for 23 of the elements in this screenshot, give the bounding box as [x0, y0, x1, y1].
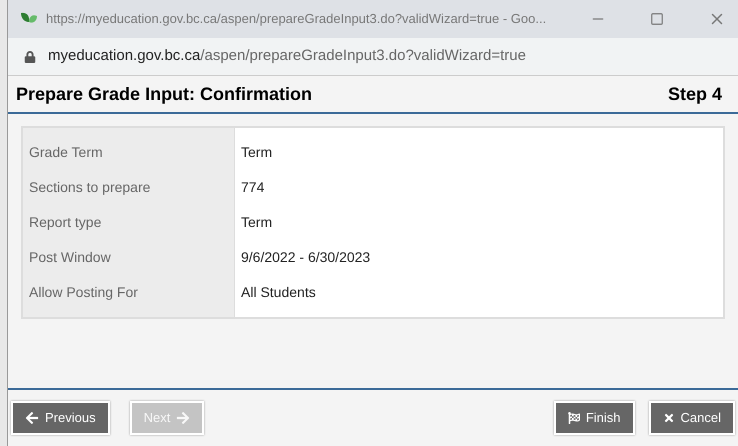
cancel-button[interactable]: Cancel: [648, 401, 735, 435]
field-label: Grade Term: [29, 143, 103, 162]
lock-icon: [24, 50, 36, 62]
right-arrow-icon: [176, 411, 190, 425]
field-label: Report type: [29, 213, 102, 232]
field-label: Allow Posting For: [29, 283, 138, 302]
step-label: Step 4: [668, 82, 722, 106]
field-value: 9/6/2022 - 6/30/2023: [241, 248, 370, 267]
finish-button[interactable]: Finish: [554, 401, 635, 435]
page-title: Prepare Grade Input: Confirmation: [16, 82, 312, 106]
url-text: myeducation.gov.bc.ca/aspen/prepareGradeInput3.do?validWizard=true: [48, 46, 526, 66]
field-value: Term: [241, 143, 272, 162]
field-value: All Students: [241, 283, 316, 302]
maximize-icon[interactable]: [650, 12, 664, 26]
field-label: Post Window: [29, 248, 111, 267]
window-title: https://myeducation.gov.bc.ca/aspen/prepareGradeInput3.do?validWizard=true - Goo...: [46, 10, 546, 28]
field-value: Term: [241, 213, 272, 232]
field-value: 774: [241, 178, 264, 197]
field-label: Sections to prepare: [29, 178, 150, 197]
close-icon: [662, 412, 675, 424]
flag-icon: [568, 412, 580, 424]
left-arrow-icon: [25, 411, 39, 425]
previous-button[interactable]: Previous: [11, 401, 110, 435]
